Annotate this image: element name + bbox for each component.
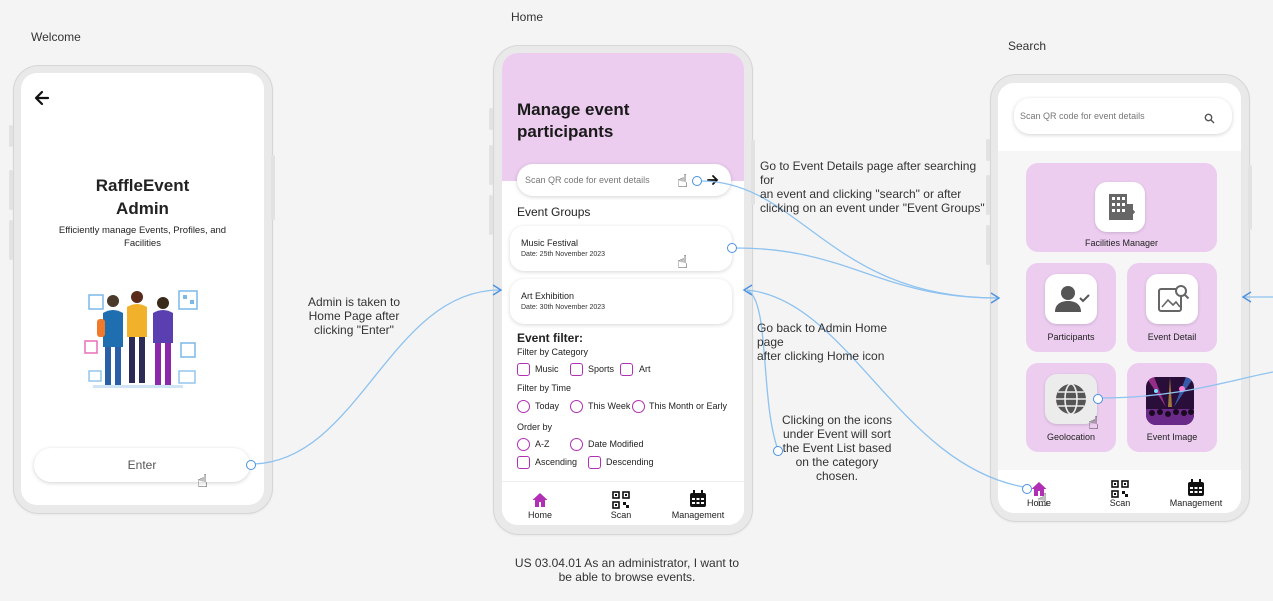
annotation-details-flow: Go to Event Details page after searching… bbox=[760, 159, 985, 215]
connector-dot bbox=[1093, 394, 1103, 404]
connector-dot bbox=[727, 243, 737, 253]
annotation-enter-flow: Admin is taken to Home Page after clicki… bbox=[307, 295, 401, 337]
user-story-caption: US 03.04.01 As an administrator, I want … bbox=[514, 556, 740, 584]
prototype-connectors bbox=[253, 180, 1273, 489]
annotation-filter-flow: Clicking on the icons under Event will s… bbox=[781, 413, 893, 483]
annotation-back-flow: Go back to Admin Home page after clickin… bbox=[757, 321, 888, 363]
connector-dot bbox=[692, 176, 702, 186]
connector-dot bbox=[1022, 484, 1032, 494]
connector-dot bbox=[246, 460, 256, 470]
